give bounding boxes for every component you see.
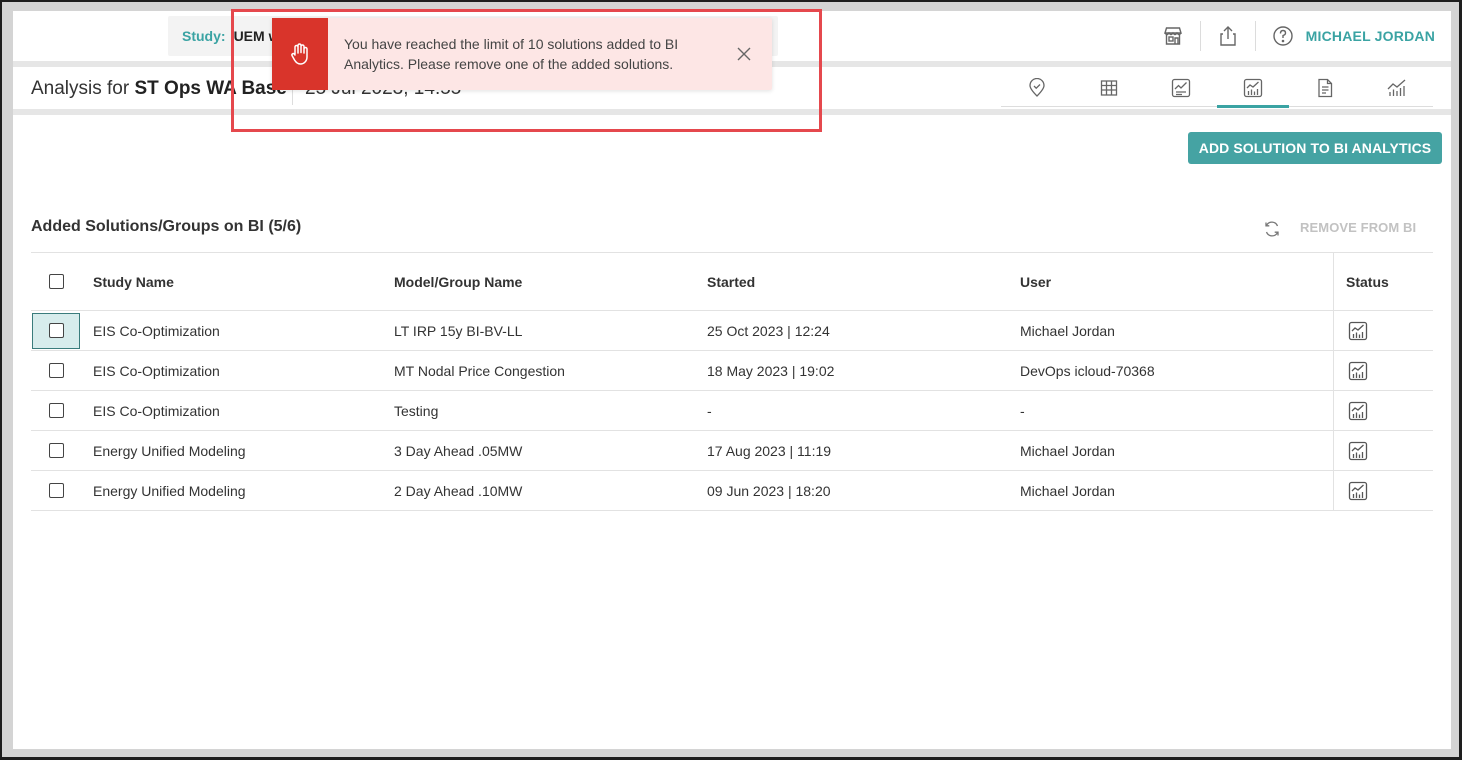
row-check-cell — [31, 431, 81, 470]
document-icon — [1318, 78, 1333, 98]
solutions-table: Study Name Model/Group Name Started User… — [31, 252, 1433, 511]
row-check-cell — [31, 311, 81, 350]
row-checkbox[interactable] — [48, 403, 64, 418]
table-header: Study Name Model/Group Name Started User… — [31, 253, 1433, 311]
cell-study: Energy Unified Modeling — [93, 442, 246, 459]
store-icon[interactable] — [1158, 21, 1188, 51]
row-checkbox[interactable] — [48, 483, 64, 498]
cell-model: 3 Day Ahead .05MW — [394, 442, 523, 459]
tab-document[interactable] — [1289, 69, 1361, 107]
bi-analytics-icon[interactable] — [1346, 439, 1370, 463]
cell-started: 17 Aug 2023 | 11:19 — [707, 442, 832, 459]
analysis-prefix: Analysis for — [31, 78, 135, 99]
view-tabs — [1001, 69, 1433, 108]
row-checkbox[interactable] — [48, 363, 64, 378]
study-label: Study: — [182, 28, 226, 44]
cell-study: Energy Unified Modeling — [93, 482, 246, 499]
cell-user: - — [1020, 402, 1025, 419]
cell-status — [1333, 471, 1433, 510]
bi-analytics-icon[interactable] — [1346, 319, 1370, 343]
table-row[interactable]: EIS Co-Optimization MT Nodal Price Conge… — [31, 351, 1433, 391]
cell-study: EIS Co-Optimization — [93, 322, 220, 339]
tab-table[interactable] — [1073, 69, 1145, 107]
header-started[interactable]: Started — [707, 274, 1020, 290]
cell-started: 25 Oct 2023 | 12:24 — [707, 322, 830, 339]
cell-model: LT IRP 15y BI-BV-LL — [394, 322, 523, 339]
divider — [1254, 21, 1256, 51]
user-menu[interactable]: MICHAEL JORDAN — [1306, 28, 1435, 44]
trend-chart-icon — [1387, 79, 1406, 96]
tab-location[interactable] — [1001, 69, 1073, 107]
header-model[interactable]: Model/Group Name — [394, 274, 707, 290]
bi-analytics-icon — [1243, 78, 1263, 98]
tab-bi-analytics[interactable] — [1217, 69, 1289, 108]
header-status: Status — [1333, 253, 1433, 310]
bi-analytics-icon[interactable] — [1346, 399, 1370, 423]
row-checkbox[interactable] — [48, 443, 64, 458]
tab-trend[interactable] — [1361, 69, 1433, 107]
bi-analytics-icon[interactable] — [1346, 359, 1370, 383]
top-icons: MICHAEL JORDAN — [1158, 11, 1435, 61]
table-icon — [1100, 80, 1118, 96]
bi-analytics-icon[interactable] — [1346, 479, 1370, 503]
table-row[interactable]: EIS Co-Optimization Testing - - — [31, 391, 1433, 431]
divider — [1199, 21, 1201, 51]
cell-started: - — [707, 402, 712, 419]
highlight-annotation — [231, 9, 822, 132]
remove-from-bi-button[interactable]: REMOVE FROM BI — [1300, 220, 1416, 235]
cell-started: 18 May 2023 | 19:02 — [707, 362, 835, 379]
cell-started: 09 Jun 2023 | 18:20 — [707, 482, 831, 499]
section-title: Added Solutions/Groups on BI (5/6) — [31, 218, 302, 235]
row-check-cell — [31, 471, 81, 510]
add-solution-button[interactable]: ADD SOLUTION TO BI ANALYTICS — [1188, 132, 1442, 164]
row-check-cell — [31, 351, 81, 390]
cell-study: EIS Co-Optimization — [93, 362, 220, 379]
cell-status — [1333, 351, 1433, 390]
row-checkbox[interactable] — [48, 323, 64, 338]
chart-report-icon — [1171, 78, 1191, 98]
table-row[interactable]: Energy Unified Modeling 3 Day Ahead .05M… — [31, 431, 1433, 471]
cell-model: 2 Day Ahead .10MW — [394, 482, 523, 499]
cell-model: Testing — [394, 402, 439, 419]
cell-status — [1333, 311, 1433, 350]
table-row[interactable]: Energy Unified Modeling 2 Day Ahead .10M… — [31, 471, 1433, 511]
row-checkbox-focus — [32, 312, 80, 349]
help-icon[interactable] — [1268, 21, 1298, 51]
select-all-cell — [31, 253, 81, 310]
refresh-icon[interactable] — [1260, 217, 1284, 241]
cell-status — [1333, 391, 1433, 430]
cell-study: EIS Co-Optimization — [93, 402, 220, 419]
cell-user: Michael Jordan — [1020, 442, 1115, 459]
tab-report[interactable] — [1145, 69, 1217, 107]
cell-model: MT Nodal Price Congestion — [394, 362, 565, 379]
header-study[interactable]: Study Name — [81, 274, 394, 290]
location-pin-icon — [1029, 78, 1045, 97]
cell-user: DevOps icloud-70368 — [1020, 362, 1155, 379]
cell-user: Michael Jordan — [1020, 482, 1115, 499]
row-check-cell — [31, 391, 81, 430]
select-all-checkbox[interactable] — [48, 274, 64, 289]
cell-status — [1333, 431, 1433, 470]
table-row[interactable]: EIS Co-Optimization LT IRP 15y BI-BV-LL … — [31, 311, 1433, 351]
cell-user: Michael Jordan — [1020, 322, 1115, 339]
header-user[interactable]: User — [1020, 274, 1333, 290]
share-icon[interactable] — [1213, 21, 1243, 51]
